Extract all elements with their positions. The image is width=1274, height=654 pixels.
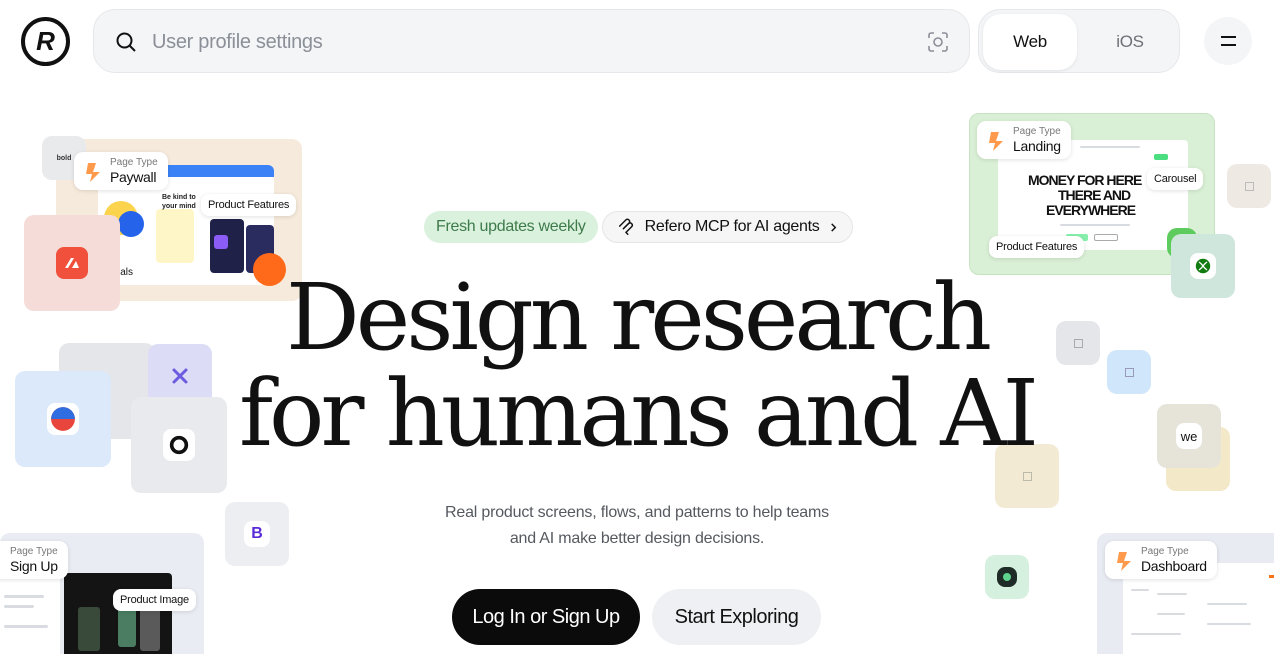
menu-icon-line-bottom [1220,44,1236,46]
hero-subtitle-line-1: Real product screens, flows, and pattern… [445,504,829,521]
page-type-value: Landing [1013,138,1061,154]
search-icon [116,32,136,52]
platform-web-button[interactable]: Web [983,14,1077,70]
mcp-icon [618,218,633,235]
page-type-tag-landing: Page Type Landing [977,121,1071,159]
landing-banner-line-1: MONEY FOR HERE [1028,172,1142,188]
app-tile-b[interactable]: B [225,502,289,566]
platform-ios-button[interactable]: iOS [1083,14,1177,70]
refero-logo[interactable]: R [21,17,70,66]
search-bar[interactable] [93,9,970,73]
platform-toggle: Web iOS [978,9,1180,73]
bold-app-label: bold [56,154,72,162]
placeholder-icon [1022,471,1032,481]
tag-product-features-landing: Product Features [989,236,1085,258]
placeholder-icon [1244,181,1254,191]
chevron-right-icon [831,222,837,232]
logo-mark: R [36,26,55,56]
hero-badges: Fresh updates weekly Refero MCP for AI a… [424,211,854,243]
page-type-icon [989,132,1003,151]
b-app-letter: B [251,525,263,542]
mcp-badge-label: Refero MCP for AI agents [644,218,820,235]
page-type-label: Page Type [110,157,158,168]
page-type-value: Dashboard [1141,558,1207,574]
app-tile-mint[interactable] [985,555,1029,599]
image-search-icon[interactable] [927,31,949,53]
tag-product-image: Product Image [113,589,196,611]
hero-subtitle-line-2: and AI make better design decisions. [509,530,765,547]
mcp-badge-link[interactable]: Refero MCP for AI agents [601,211,854,243]
search-input[interactable] [152,24,912,60]
page-type-label: Page Type [1141,546,1189,557]
page-type-label: Page Type [10,546,58,557]
hero-subtitle: Real product screens, flows, and pattern… [437,500,837,552]
page-type-tag-paywall: Page Type Paywall [74,152,168,190]
menu-icon-line-top [1220,36,1236,38]
page-type-tag-signup: Page Type Sign Up [0,541,68,579]
start-exploring-button[interactable]: Start Exploring [652,589,821,645]
page-type-value: Paywall [110,169,157,185]
fresh-updates-badge[interactable]: Fresh updates weekly [424,211,598,243]
page-type-tag-dashboard: Page Type Dashboard [1105,541,1217,579]
landing-banner-line-2: THERE AND [1058,187,1131,203]
menu-button[interactable] [1204,17,1252,65]
page-type-icon [1117,552,1131,571]
dark-app-icon [997,567,1017,587]
page-type-icon [86,163,100,182]
page-type-value: Sign Up [10,558,58,574]
tag-carousel: Carousel [1147,168,1204,190]
landing-banner-line-3: EVERYWHERE [1046,202,1136,218]
app-tile-beige-top[interactable] [1227,164,1271,208]
tag-product-features-paywall: Product Features [201,194,297,216]
headline-line-1: Design research [286,264,992,371]
b-app-icon: B [244,521,270,547]
page-type-label: Page Type [1013,126,1061,137]
headline-line-2: for humans and AI [239,360,1039,467]
login-signup-button[interactable]: Log In or Sign Up [452,589,640,645]
paywall-mini-text: Be kind to your mind [162,194,196,210]
